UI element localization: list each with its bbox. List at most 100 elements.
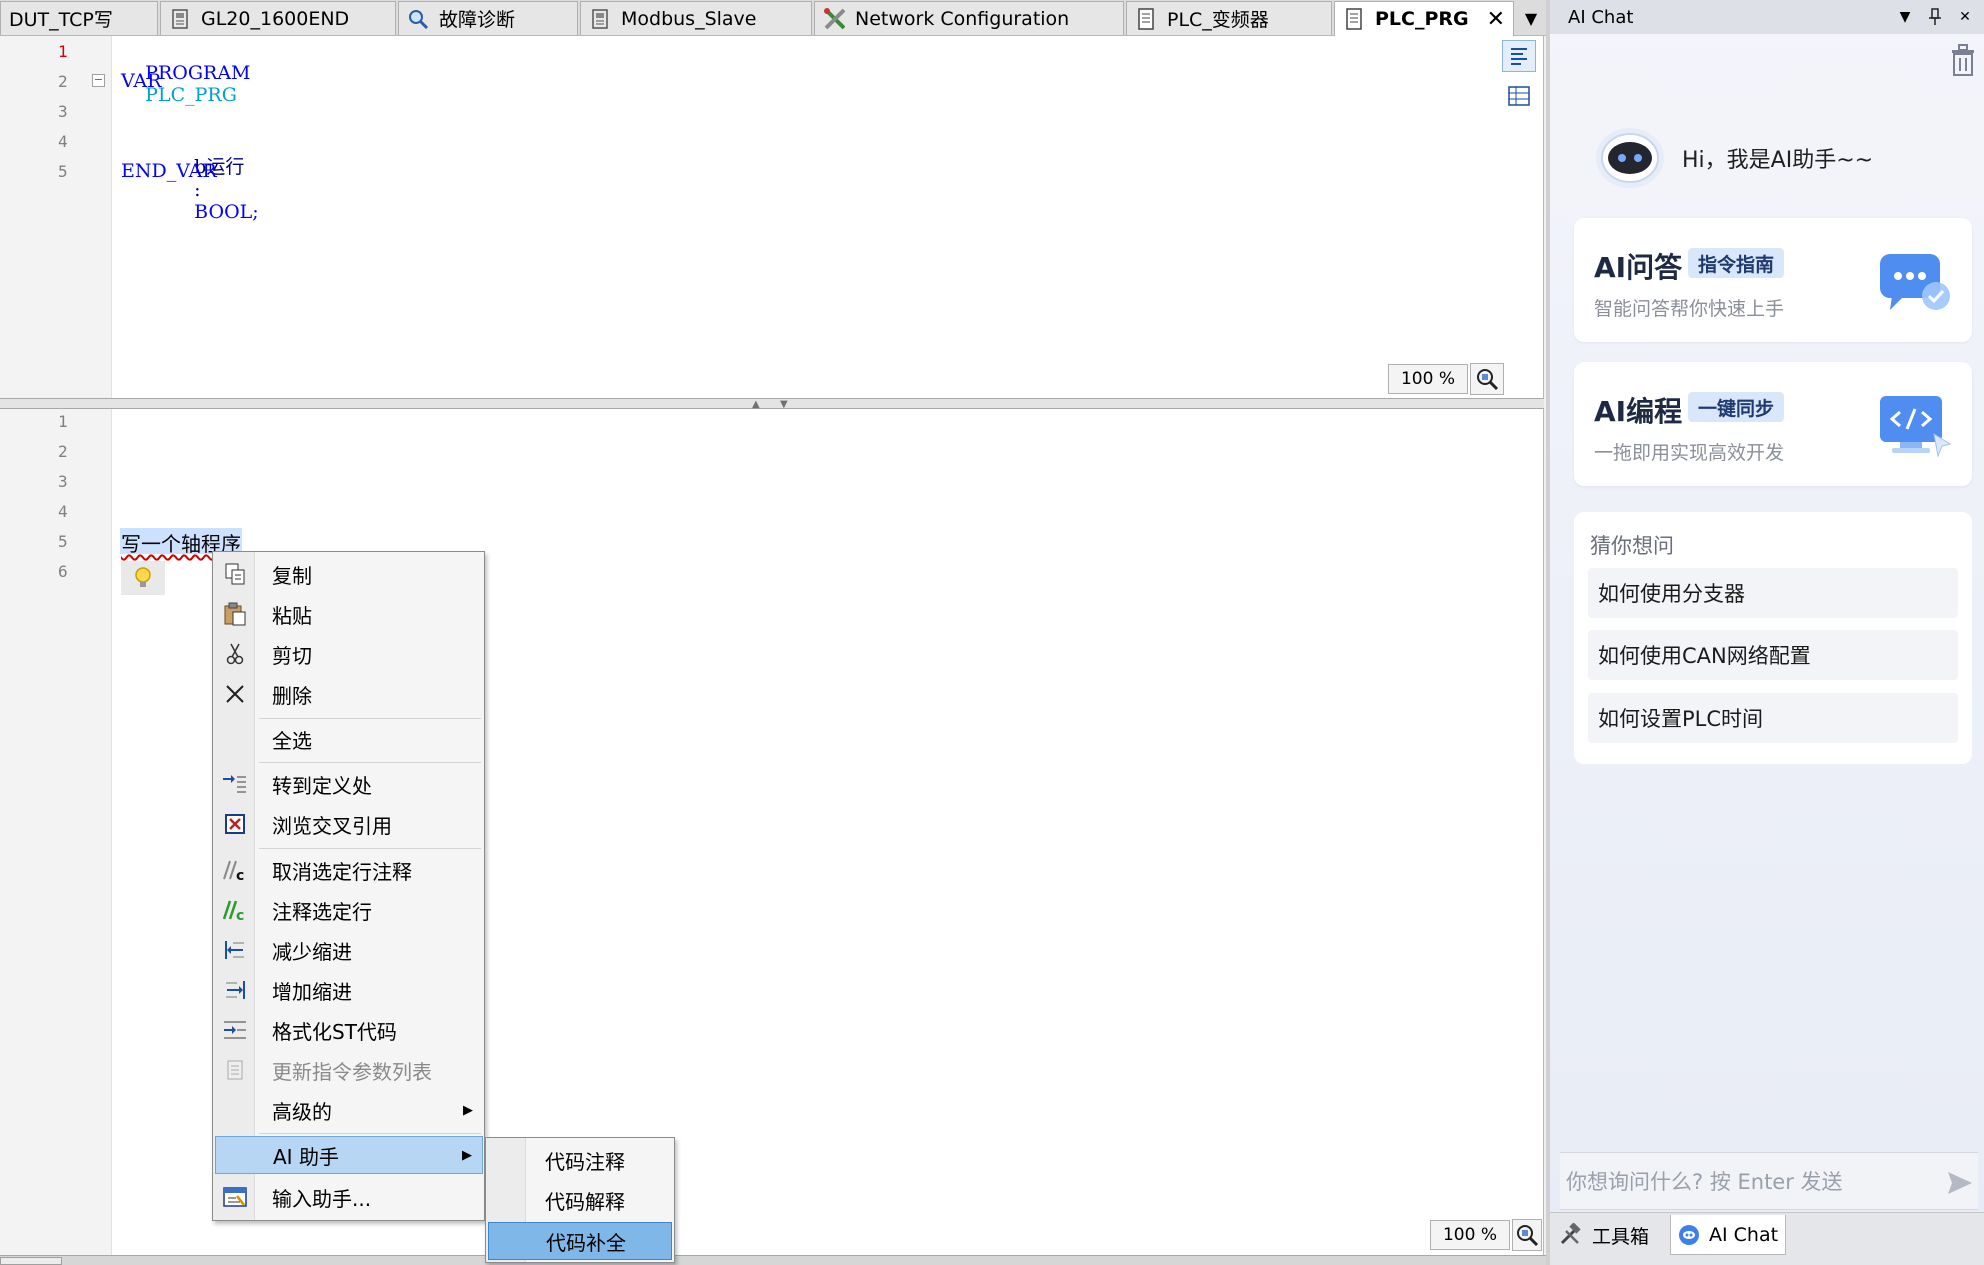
tab-network-configuration[interactable]: Network Configuration	[814, 1, 1124, 35]
menu-item-label: 更新指令参数列表	[272, 1059, 432, 1084]
horizontal-scrollbar[interactable]	[0, 1255, 1546, 1265]
svg-text:c: c	[236, 908, 244, 922]
zoom-magnifier-icon[interactable]	[1470, 363, 1504, 395]
menu-item-label: 代码注释	[545, 1149, 625, 1174]
menu-item-select-all[interactable]: 全选	[215, 720, 483, 758]
tab-gl20[interactable]: GL20_1600END	[160, 1, 396, 35]
close-panel-icon[interactable]: ✕	[1954, 6, 1976, 28]
tab-dut-tcp[interactable]: DUT_TCP写	[0, 1, 158, 35]
menu-item-cut[interactable]: 剪切	[215, 635, 483, 673]
menu-item-label: 复制	[272, 563, 312, 588]
textual-view-icon[interactable]	[1502, 40, 1536, 72]
panel-header: AI Chat ▼ ✕	[1550, 0, 1984, 34]
fold-toggle-icon[interactable]: −	[92, 74, 105, 87]
document-icon	[1135, 7, 1157, 30]
tab-label: Network Configuration	[855, 7, 1070, 30]
menu-item-ai-assistant[interactable]: AI 助手 ▶	[215, 1136, 483, 1174]
scrollbar-thumb[interactable]	[0, 1257, 62, 1265]
panel-dropdown-icon[interactable]: ▼	[1894, 6, 1916, 28]
tabular-view-icon[interactable]	[1502, 80, 1536, 112]
suggestion-item[interactable]: 如何设置PLC时间	[1588, 693, 1958, 743]
menu-item-uncomment-lines[interactable]: c 取消选定行注释	[215, 851, 483, 889]
ai-programming-card[interactable]: AI编程 一键同步 一拖即用实现高效开发	[1574, 362, 1972, 486]
goto-definition-icon	[221, 770, 249, 798]
zoom-magnifier-icon[interactable]	[1512, 1219, 1542, 1251]
suggestion-item[interactable]: 如何使用分支器	[1588, 568, 1958, 618]
tab-label: PLC_变频器	[1167, 9, 1269, 31]
menu-item-comment-lines[interactable]: c 注释选定行	[215, 891, 483, 929]
menu-item-input-assistant[interactable]: 输入助手...	[215, 1178, 483, 1216]
card-badge: 一键同步	[1688, 392, 1785, 422]
menu-item-copy[interactable]: 复制	[215, 555, 483, 593]
chat-bubble-icon	[1880, 254, 1950, 310]
colon: :	[194, 179, 201, 201]
menu-item-code-explain[interactable]: 代码解释	[488, 1181, 672, 1219]
ai-chat-panel: AI Chat ▼ ✕ Hi，我是AI助手~~ AI问答 指令指南 智能问答帮你…	[1546, 0, 1984, 1265]
menu-item-browse-cross-reference[interactable]: 浏览交叉引用	[215, 805, 483, 843]
menu-separator	[259, 848, 481, 849]
menu-item-paste[interactable]: 粘贴	[215, 595, 483, 633]
indent-icon	[221, 976, 249, 1004]
menu-item-code-completion[interactable]: 代码补全	[488, 1222, 672, 1260]
menu-item-label: 转到定义处	[272, 773, 372, 798]
line-number: 3	[58, 472, 68, 491]
magnifier-icon	[407, 8, 429, 30]
lightbulb-icon[interactable]	[121, 561, 165, 595]
copy-icon	[221, 560, 249, 588]
line-number: 5	[58, 532, 68, 551]
menu-item-format-st-code[interactable]: 格式化ST代码	[215, 1011, 483, 1049]
device-icon	[589, 8, 611, 30]
line-number: 1	[58, 42, 68, 61]
menu-item-delete[interactable]: 删除	[215, 675, 483, 713]
send-icon[interactable]	[1946, 1169, 1974, 1197]
greeting-text: Hi，我是AI助手~~	[1682, 148, 1874, 173]
tab-plc-prg[interactable]: PLC_PRG ✕	[1334, 1, 1514, 36]
editor-tab-bar: DUT_TCP写 GL20_1600END 故障诊断 Modbus_Slave …	[0, 0, 1546, 36]
tab-overflow-dropdown-icon[interactable]: ▼	[1516, 0, 1546, 36]
line-number-gutter: 1 2 3 4 5 6	[0, 409, 112, 1255]
panel-title: AI Chat	[1568, 6, 1634, 28]
trash-icon[interactable]	[1948, 42, 1980, 80]
suggestion-item[interactable]: 如何使用CAN网络配置	[1588, 630, 1958, 680]
line-number: 2	[58, 72, 68, 91]
ai-assistant-submenu: 代码注释 代码解释 代码补全	[485, 1137, 675, 1263]
menu-item-label: 取消选定行注释	[272, 859, 412, 884]
line-number: 2	[58, 442, 68, 461]
zoom-level[interactable]: 100 %	[1430, 1220, 1510, 1250]
menu-separator	[259, 718, 481, 719]
tab-fault-diagnosis[interactable]: 故障诊断	[398, 1, 578, 35]
menu-item-label: 浏览交叉引用	[272, 813, 392, 838]
code-monitor-icon	[1880, 396, 1952, 458]
document-icon	[1343, 8, 1365, 30]
editor-splitter[interactable]: ▲ ▼	[0, 398, 1544, 410]
tab-modbus-slave[interactable]: Modbus_Slave	[580, 1, 812, 35]
variable-type: BOOL;	[194, 201, 259, 223]
menu-item-decrease-indent[interactable]: 减少缩进	[215, 931, 483, 969]
menu-item-label: 减少缩进	[272, 939, 352, 964]
tab-plc-inverter[interactable]: PLC_变频器	[1126, 1, 1332, 35]
menu-item-label: 高级的	[272, 1099, 332, 1124]
menu-item-advanced[interactable]: 高级的 ▶	[215, 1091, 483, 1129]
menu-item-label: 全选	[272, 728, 312, 753]
pin-icon[interactable]	[1924, 6, 1946, 28]
menu-item-code-comment[interactable]: 代码注释	[488, 1141, 672, 1179]
chat-input-field[interactable]: 你想询问什么? 按 Enter 发送	[1560, 1152, 1978, 1210]
tab-ai-chat[interactable]: AI Chat	[1670, 1215, 1786, 1255]
device-icon	[169, 8, 191, 30]
suggested-questions: 猜你想问 如何使用分支器 如何使用CAN网络配置 如何设置PLC时间	[1574, 512, 1972, 764]
tab-label: PLC_PRG	[1375, 8, 1469, 30]
card-badge: 指令指南	[1688, 248, 1785, 278]
delete-x-icon	[221, 680, 249, 708]
declaration-editor[interactable]: 1 2 3 4 5 − PROGRAM PLC_PRG VAR b运行 : BO…	[0, 36, 1544, 398]
menu-item-update-params: 更新指令参数列表	[215, 1051, 483, 1089]
uncomment-icon: c	[221, 856, 249, 884]
close-tab-icon[interactable]: ✕	[1487, 7, 1505, 32]
menu-item-increase-indent[interactable]: 增加缩进	[215, 971, 483, 1009]
zoom-level[interactable]: 100 %	[1388, 364, 1468, 394]
tab-toolbox[interactable]: 工具箱	[1554, 1215, 1666, 1255]
tools-icon	[823, 7, 845, 30]
ai-qa-card[interactable]: AI问答 指令指南 智能问答帮你快速上手	[1574, 218, 1972, 342]
menu-item-goto-definition[interactable]: 转到定义处	[215, 765, 483, 803]
menu-item-label: 剪切	[272, 643, 312, 668]
tab-label: DUT_TCP写	[9, 9, 113, 31]
